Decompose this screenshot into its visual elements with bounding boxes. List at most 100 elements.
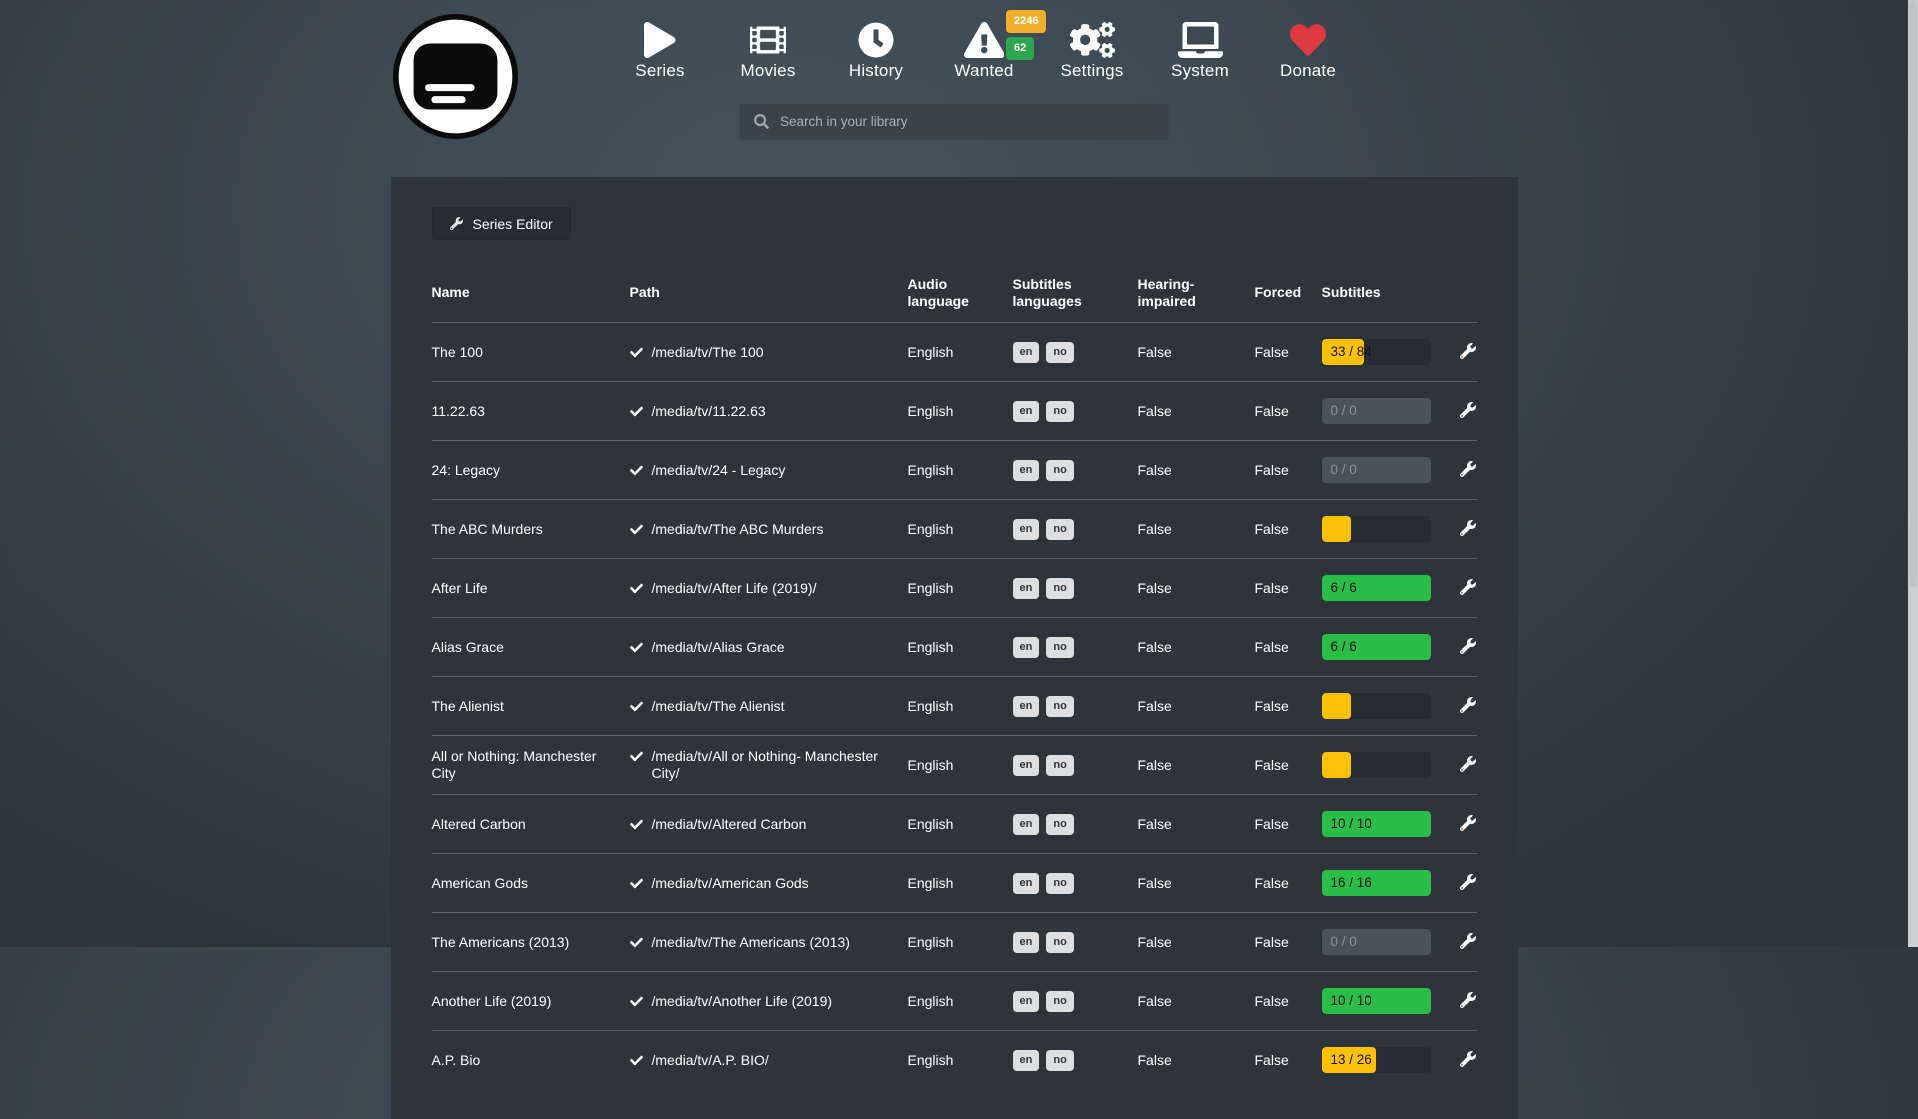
edit-series-button[interactable] bbox=[1458, 400, 1478, 420]
series-path: /media/tv/The Americans (2013) bbox=[630, 934, 908, 951]
check-icon bbox=[630, 641, 643, 654]
series-name-link[interactable]: The 100 bbox=[432, 344, 630, 361]
hearing-impaired-value: False bbox=[1138, 993, 1255, 1010]
language-badge-en: en bbox=[1013, 932, 1040, 953]
language-badge-en: en bbox=[1013, 991, 1040, 1012]
scrollbar-thumb[interactable] bbox=[1909, 0, 1917, 587]
wanted-count-badge: 62 bbox=[1006, 37, 1034, 60]
subtitles-languages: enno bbox=[1013, 696, 1138, 717]
series-name-link[interactable]: 11.22.63 bbox=[432, 403, 630, 420]
subtitles-cell: 10 / 10 bbox=[1322, 811, 1455, 837]
language-badge-en: en bbox=[1013, 460, 1040, 481]
search-icon bbox=[754, 114, 769, 129]
subtitles-languages: enno bbox=[1013, 755, 1138, 776]
subtitles-languages: enno bbox=[1013, 814, 1138, 835]
series-name-link[interactable]: The Americans (2013) bbox=[432, 934, 630, 951]
check-icon bbox=[630, 1054, 643, 1067]
wrench-icon bbox=[450, 217, 463, 230]
edit-series-button[interactable] bbox=[1458, 636, 1478, 656]
nav-item-history[interactable]: History bbox=[829, 12, 923, 81]
wrench-icon bbox=[1460, 579, 1476, 595]
nav-item-series[interactable]: Series bbox=[613, 12, 707, 81]
header-path: Path bbox=[630, 284, 908, 302]
series-name-link[interactable]: Altered Carbon bbox=[432, 816, 630, 833]
table-row: The Alienist /media/tv/The Alienist Engl… bbox=[432, 676, 1477, 735]
nav-item-movies[interactable]: Movies bbox=[721, 12, 815, 81]
edit-series-button[interactable] bbox=[1458, 518, 1478, 538]
series-name-link[interactable]: All or Nothing: Manchester City bbox=[432, 748, 630, 782]
edit-series-button[interactable] bbox=[1458, 872, 1478, 892]
subtitles-progress-bar: 33 / 84 bbox=[1322, 339, 1431, 365]
subtitles-progress-label: 33 / 84 bbox=[1331, 339, 1372, 365]
edit-series-button[interactable] bbox=[1458, 754, 1478, 774]
nav-item-settings[interactable]: Settings bbox=[1045, 12, 1139, 81]
gears-icon bbox=[1070, 22, 1115, 58]
edit-series-button[interactable] bbox=[1458, 1049, 1478, 1069]
audio-language: English bbox=[908, 580, 1013, 597]
nav-item-system[interactable]: System bbox=[1153, 12, 1247, 81]
series-path: /media/tv/A.P. BIO/ bbox=[630, 1052, 908, 1069]
subtitles-progress-bar: 0 / 0 bbox=[1322, 929, 1431, 955]
bazarr-logo[interactable] bbox=[392, 13, 519, 140]
edit-series-button[interactable] bbox=[1458, 813, 1478, 833]
table-row: Altered Carbon /media/tv/Altered Carbon … bbox=[432, 794, 1477, 853]
forced-value: False bbox=[1255, 1052, 1322, 1069]
vertical-scrollbar[interactable] bbox=[1908, 0, 1918, 947]
edit-series-button[interactable] bbox=[1458, 695, 1478, 715]
nav-item-wanted[interactable]: Wanted 224662 bbox=[937, 12, 1031, 81]
language-badge-no: no bbox=[1046, 814, 1073, 835]
check-icon bbox=[630, 346, 643, 359]
edit-series-button[interactable] bbox=[1458, 931, 1478, 951]
subtitles-progress-label: 16 / 16 bbox=[1331, 870, 1372, 896]
subtitles-progress-label: 0 / 0 bbox=[1331, 398, 1357, 424]
series-path: /media/tv/11.22.63 bbox=[630, 403, 908, 420]
series-name-link[interactable]: The Alienist bbox=[432, 698, 630, 715]
table-row: The Americans (2013) /media/tv/The Ameri… bbox=[432, 912, 1477, 971]
series-name-link[interactable]: Another Life (2019) bbox=[432, 993, 630, 1010]
language-badge-no: no bbox=[1046, 1050, 1073, 1071]
series-name-link[interactable]: American Gods bbox=[432, 875, 630, 892]
audio-language: English bbox=[908, 757, 1013, 774]
language-badge-en: en bbox=[1013, 814, 1040, 835]
subtitles-progress-label: 0 / 0 bbox=[1331, 457, 1357, 483]
main-navigation: Series Movies History Wanted 224662 Sett… bbox=[613, 12, 1355, 81]
series-name-link[interactable]: A.P. Bio bbox=[432, 1052, 630, 1069]
language-badge-no: no bbox=[1046, 637, 1073, 658]
heart-icon bbox=[1290, 22, 1326, 58]
app-viewport: Series Movies History Wanted 224662 Sett… bbox=[0, 0, 1918, 947]
forced-value: False bbox=[1255, 934, 1322, 951]
audio-language: English bbox=[908, 462, 1013, 479]
series-name-link[interactable]: 24: Legacy bbox=[432, 462, 630, 479]
series-name-link[interactable]: The ABC Murders bbox=[432, 521, 630, 538]
nav-item-donate[interactable]: Donate bbox=[1261, 12, 1355, 81]
subtitles-progress-bar: 6 / 6 bbox=[1322, 634, 1431, 660]
subtitles-progress-bar: 13 / 26 bbox=[1322, 1047, 1431, 1073]
forced-value: False bbox=[1255, 639, 1322, 656]
subtitles-progress-bar bbox=[1322, 516, 1431, 542]
subtitles-progress-bar: 16 / 16 bbox=[1322, 870, 1431, 896]
audio-language: English bbox=[908, 816, 1013, 833]
language-badge-en: en bbox=[1013, 637, 1040, 658]
series-name-link[interactable]: After Life bbox=[432, 580, 630, 597]
series-path: /media/tv/The ABC Murders bbox=[630, 521, 908, 538]
check-icon bbox=[630, 818, 643, 831]
edit-series-button[interactable] bbox=[1458, 341, 1478, 361]
subtitles-cell: 6 / 6 bbox=[1322, 575, 1455, 601]
audio-language: English bbox=[908, 875, 1013, 892]
laptop-icon bbox=[1178, 22, 1223, 58]
search-input[interactable] bbox=[778, 113, 1168, 130]
hearing-impaired-value: False bbox=[1138, 639, 1255, 656]
forced-value: False bbox=[1255, 757, 1322, 774]
forced-value: False bbox=[1255, 521, 1322, 538]
subtitles-languages: enno bbox=[1013, 519, 1138, 540]
series-editor-button[interactable]: Series Editor bbox=[432, 207, 571, 240]
edit-series-button[interactable] bbox=[1458, 459, 1478, 479]
edit-series-button[interactable] bbox=[1458, 990, 1478, 1010]
audio-language: English bbox=[908, 639, 1013, 656]
subtitles-progress-bar: 10 / 10 bbox=[1322, 811, 1431, 837]
series-name-link[interactable]: Alias Grace bbox=[432, 639, 630, 656]
check-icon bbox=[630, 750, 643, 763]
check-icon bbox=[630, 582, 643, 595]
edit-series-button[interactable] bbox=[1458, 577, 1478, 597]
wrench-icon bbox=[1460, 815, 1476, 831]
